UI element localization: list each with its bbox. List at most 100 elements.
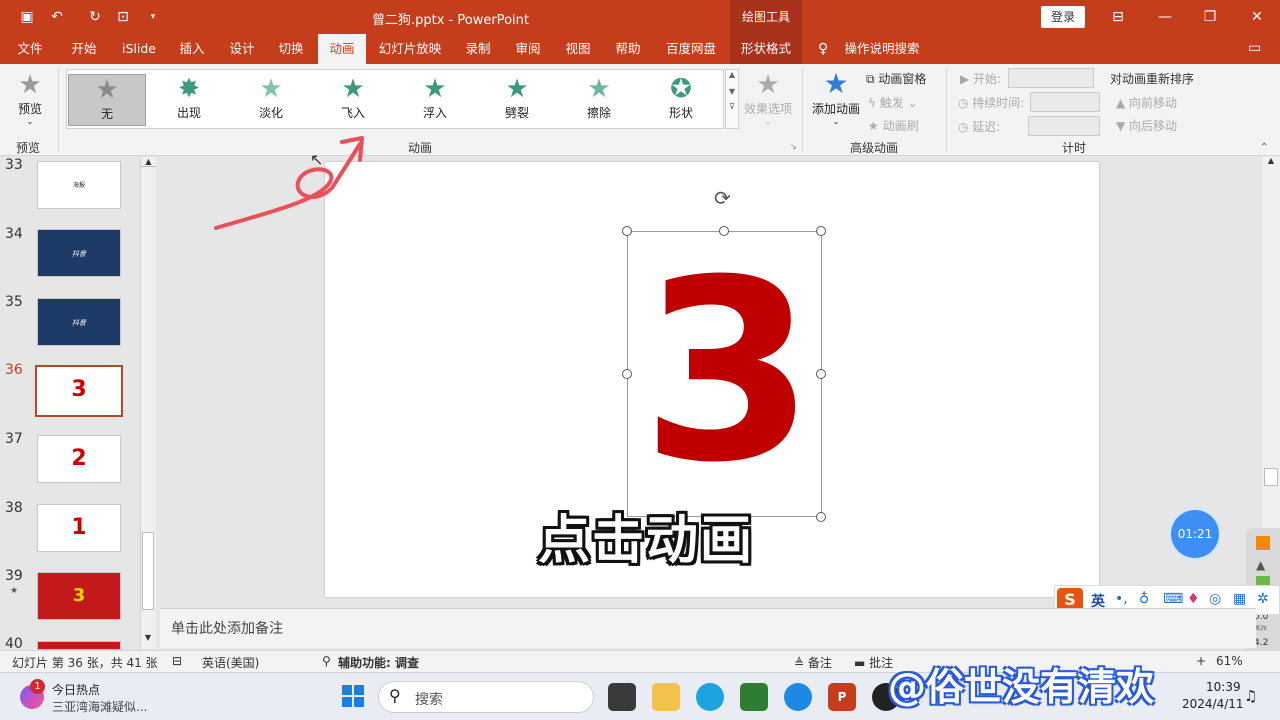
notes-pane[interactable]: 单击此处添加备注 [160,608,1256,648]
slide-thumbnail[interactable]: 海报 [37,161,121,209]
minimize-icon[interactable]: — [1152,6,1178,28]
resize-handle[interactable] [816,369,826,379]
tab-review[interactable]: 审阅 [506,34,550,64]
rotate-handle-icon[interactable]: ⟳ [714,186,731,210]
spellcheck-icon[interactable]: ⊟ [172,654,182,668]
toolbox-icon[interactable]: ▦ [1233,591,1246,607]
skin-icon[interactable]: ♦ [1187,591,1200,607]
tab-home[interactable]: 开始 [62,34,106,64]
tab-help[interactable]: 帮助 [606,34,650,64]
maximize-icon[interactable]: ❐ [1197,6,1223,28]
comments-icon[interactable]: ▭ [1248,40,1261,56]
task-view-icon[interactable] [608,683,636,711]
accessibility-status[interactable]: 辅助功能: 调查 [338,654,419,671]
chevron-down-icon[interactable]: ▼ [726,87,738,96]
slide-thumbnail[interactable]: 抖音 [37,229,121,277]
slide-thumbnail[interactable]: 3 [37,572,121,620]
app-icon[interactable] [784,683,812,711]
redo-icon[interactable]: ↻ [86,8,104,26]
settings-icon[interactable]: ✲ [1257,591,1269,607]
keyboard-icon[interactable]: ⌨ [1163,591,1183,607]
slide-thumbnail[interactable]: 2 [37,435,121,483]
move-earlier-button[interactable]: ▲ 向前移动 [1116,94,1177,111]
notes-toggle[interactable]: ≜ 备注 [794,654,832,671]
slide-thumbnail[interactable] [37,641,121,650]
add-animation-button[interactable]: ★ 添加动画 ⌄ [810,68,862,127]
save-icon[interactable]: ▣ [18,8,36,26]
animation-painter-button[interactable]: ★ 动画刷 [868,117,919,134]
resize-handle[interactable] [816,512,826,522]
present-icon[interactable]: ⊡ [114,8,132,26]
slide-thumbnail-current[interactable]: 3 [35,365,123,417]
game-icon[interactable]: ◎ [1209,591,1221,607]
scroll-thumb[interactable] [1264,468,1278,486]
start-select[interactable] [1008,68,1094,88]
language-indicator[interactable]: 英语(美国) [202,654,259,671]
slide-thumbnail[interactable]: 1 [37,504,121,552]
tab-record[interactable]: 录制 [456,34,500,64]
slide-thumbnail[interactable]: 抖音 [37,298,121,346]
accessibility-icon[interactable]: ⚲ [322,654,331,668]
dialog-launcher-icon[interactable]: ↘ [790,142,797,151]
scroll-up-icon[interactable]: ▲ [1262,156,1280,165]
resize-handle[interactable] [622,226,632,236]
login-button[interactable]: 登录 [1041,6,1085,28]
tab-slideshow[interactable]: 幻灯片放映 [374,34,446,64]
delay-spinner[interactable] [1028,116,1100,136]
animation-pane-button[interactable]: ⧉ 动画窗格 [866,70,926,87]
tab-shape-format[interactable]: 形状格式 [732,34,800,64]
widget-icon[interactable] [1256,536,1270,550]
scroll-thumb[interactable] [142,532,154,610]
animation-fly-in[interactable]: ★ 飞入 [314,74,392,126]
tab-baidu-disk[interactable]: 百度网盘 [658,34,724,64]
taskbar-search[interactable]: ⚲ 搜索 [378,681,594,713]
animation-shape[interactable]: ✪ 形状 [642,74,720,126]
animation-none[interactable]: ★ 无 [68,74,146,126]
move-later-button[interactable]: ▼ 向后移动 [1116,117,1177,134]
scroll-down-icon[interactable]: ▼ [141,633,155,642]
powerpoint-icon[interactable]: P [828,683,856,711]
microphone-icon[interactable]: ♁ [1139,591,1149,607]
duration-spinner[interactable] [1030,92,1100,112]
customize-qa-icon[interactable]: ▾ [144,8,162,26]
tab-design[interactable]: 设计 [222,34,262,64]
zoom-in-icon[interactable]: + [1196,654,1206,668]
tab-islide[interactable]: iSlide [116,34,162,64]
tab-animations[interactable]: 动画 [318,34,366,64]
windows-start-icon[interactable] [342,685,364,707]
gallery-scroll[interactable]: ▲ ▼ ⊽ [725,69,739,129]
tab-transitions[interactable]: 切换 [270,34,312,64]
thumbnail-scrollbar[interactable]: ▲ ▼ [140,157,156,649]
preview-button[interactable]: ★ 预览 ⌄ [10,70,50,126]
chevron-up-icon[interactable]: ▲ [726,70,738,79]
notes-placeholder[interactable]: 单击此处添加备注 [171,618,283,638]
tab-file[interactable]: 文件 [8,34,52,64]
animation-split[interactable]: ★ 劈裂 [478,74,556,126]
clock-time[interactable]: 10:39 [1206,680,1241,694]
tab-insert[interactable]: 插入 [170,34,214,64]
undo-icon[interactable]: ↶ [48,8,66,26]
news-subtitle[interactable]: 三亚湾海滩疑似... [52,698,147,715]
file-explorer-icon[interactable] [652,683,680,711]
effect-options-button[interactable]: ★ 效果选项 ⌄ [742,70,794,126]
news-title[interactable]: 今日热点 [52,681,100,698]
widget-icon[interactable]: ▲ [1256,558,1265,572]
zoom-level[interactable]: 61% [1216,654,1243,668]
animation-fade[interactable]: ★ 淡化 [232,74,310,126]
tell-me-search[interactable]: 操作说明搜索 [840,34,924,64]
punctuation-icon[interactable]: •, [1115,591,1128,607]
tab-view[interactable]: 视图 [556,34,600,64]
clock-date[interactable]: 2024/4/11 [1182,697,1244,711]
resize-handle[interactable] [622,369,632,379]
recording-timer[interactable]: 01:21 [1171,510,1219,558]
ribbon-display-icon[interactable]: ⊟ [1105,6,1131,28]
gallery-more-icon[interactable]: ⊽ [726,102,738,111]
animation-wipe[interactable]: ★ 擦除 [560,74,638,126]
close-icon[interactable]: ✕ [1244,6,1270,28]
scroll-up-icon[interactable]: ▲ [141,157,156,167]
collapse-ribbon-icon[interactable]: ⌃ [1260,142,1268,153]
animation-appear[interactable]: ✸ 出现 [150,74,228,126]
notification-bell-icon[interactable]: ♫ [1244,687,1257,705]
trigger-button[interactable]: ϟ 触发 ⌄ [868,94,918,111]
store-icon[interactable] [740,683,768,711]
